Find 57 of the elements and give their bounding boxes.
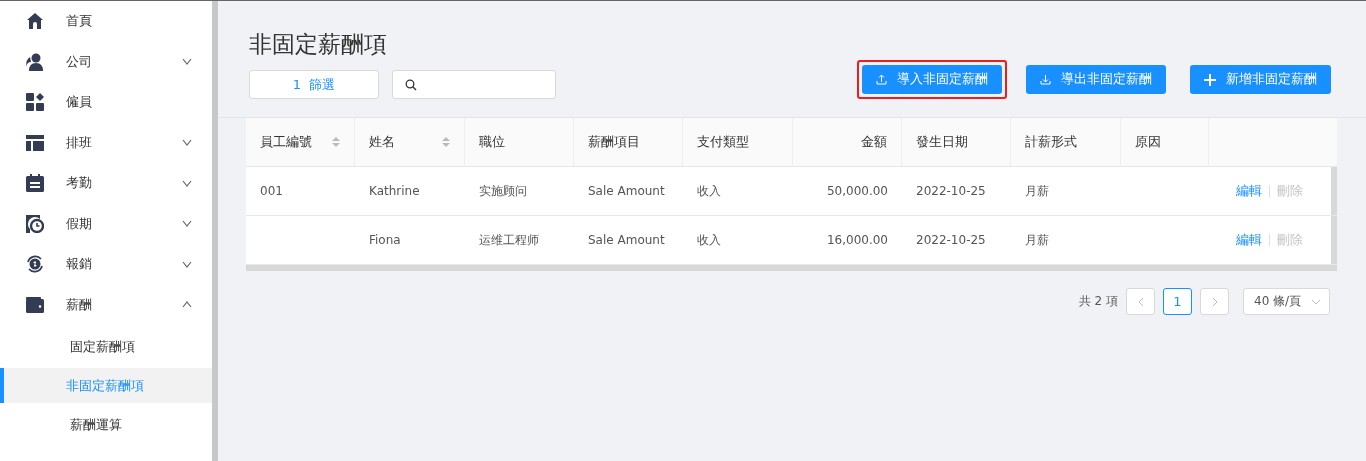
upload-icon	[876, 74, 887, 85]
table-cell: 收入	[697, 231, 721, 249]
download-icon	[1040, 74, 1051, 85]
column-header: 薪酬項目	[574, 118, 683, 166]
table-cell: 收入	[697, 182, 721, 200]
table-cell: 运维工程师	[479, 231, 539, 249]
sidebar-item[interactable]: 假期	[0, 203, 212, 244]
total-count: 共 2 項	[1078, 293, 1118, 310]
table-cell: Kathrine	[369, 184, 420, 198]
home-icon	[26, 12, 44, 31]
column-header: 原因	[1121, 118, 1209, 166]
column-header: 發生日期	[902, 118, 1011, 166]
table-cell: Fiona	[369, 233, 401, 247]
chevron-left-icon	[1137, 296, 1144, 307]
sidebar-item[interactable]: 薪酬	[0, 284, 212, 325]
previous-page-button[interactable]	[1126, 288, 1155, 315]
column-header: 職位	[465, 118, 574, 166]
user-icon	[25, 52, 45, 71]
column-header: 金額	[793, 118, 902, 166]
grid-icon	[26, 93, 44, 112]
layout-icon	[26, 134, 44, 151]
sidebar-subitem[interactable]: 薪酬運算	[0, 407, 212, 442]
column-header[interactable]: 姓名	[355, 118, 465, 166]
sidebar-subitem[interactable]: 固定薪酬項	[0, 329, 212, 364]
sort-icon	[332, 136, 340, 148]
table-cell: 2022-10-25	[916, 184, 986, 198]
sidebar-item[interactable]: 公司	[0, 41, 212, 82]
sidebar-item[interactable]: 排班	[0, 122, 212, 163]
column-header[interactable]: 員工編號	[246, 118, 355, 166]
wallet-icon	[26, 296, 44, 313]
table-cell: 实施顾问	[479, 182, 527, 200]
column-header: 計薪形式	[1011, 118, 1121, 166]
table-cell: 001	[260, 184, 283, 198]
chevron-down-icon	[1311, 298, 1321, 305]
sidebar-item[interactable]: 首頁	[0, 1, 212, 42]
table-cell: 月薪	[1025, 182, 1049, 200]
calendar-icon	[26, 174, 44, 193]
page-title: 非固定薪酬項	[249, 30, 388, 59]
next-page-button[interactable]	[1200, 288, 1229, 315]
table-cell: Sale Amount	[588, 184, 665, 198]
sidebar-item[interactable]: 考勤	[0, 163, 212, 204]
search-icon	[405, 78, 417, 91]
table-cell: 50,000.00	[826, 184, 888, 198]
table-cell: Sale Amount	[588, 233, 665, 247]
table-cell: 月薪	[1025, 231, 1049, 249]
dollar-cycle-icon	[25, 254, 45, 275]
table-cell: 2022-10-25	[916, 233, 986, 247]
clock-icon	[26, 214, 44, 233]
chevron-right-icon	[1211, 296, 1218, 307]
page-size-select[interactable]: 40 條/頁	[1243, 288, 1330, 315]
search-field[interactable]	[392, 70, 556, 99]
plus-icon	[1204, 73, 1216, 86]
sidebar-item[interactable]: 僱員	[0, 82, 212, 123]
sort-icon	[442, 136, 450, 148]
sidebar-item[interactable]: 報銷	[0, 244, 212, 285]
column-header: 支付類型	[683, 118, 793, 166]
table-cell: 16,000.00	[826, 233, 888, 247]
